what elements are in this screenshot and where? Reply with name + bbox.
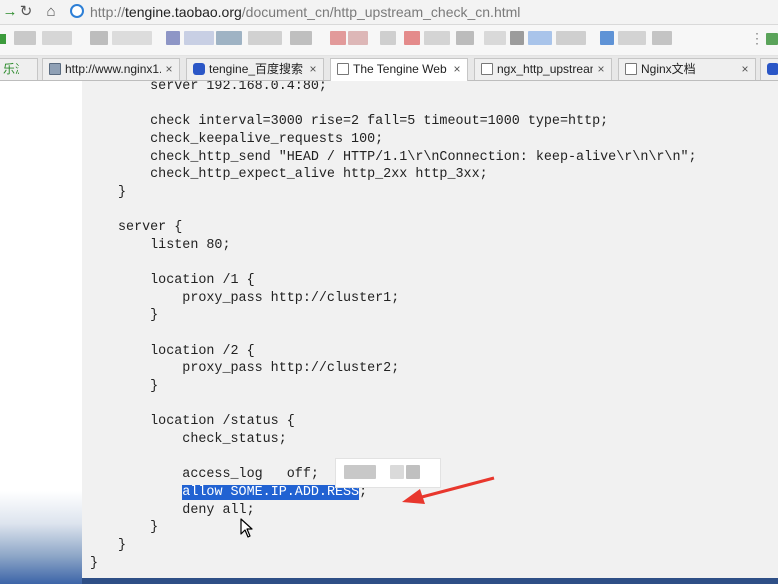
bookmark-item[interactable] — [652, 31, 672, 45]
more-bookmarks-icon[interactable]: ⋮ — [750, 30, 764, 46]
document-icon — [481, 63, 493, 75]
code-line: } — [118, 184, 127, 200]
tab-partial-right[interactable] — [760, 58, 778, 80]
url-scheme: http:// — [90, 4, 126, 20]
close-icon[interactable]: × — [307, 59, 319, 79]
tab-tengine-web[interactable]: The Tengine Web × — [330, 58, 468, 81]
bookmark-item[interactable] — [330, 31, 346, 45]
reload-button[interactable]: ↻ — [16, 2, 36, 22]
code-line: } — [118, 308, 159, 324]
code-line: check_http_send "HEAD / HTTP/1.1\r\nConn… — [118, 149, 697, 165]
page-content: server 192.168.0.4:80; check interval=30… — [0, 81, 778, 584]
tab-nginx-docs[interactable]: Nginx文档 × — [618, 58, 756, 80]
home-button[interactable]: ⌂ — [41, 2, 61, 22]
code-line: check_http_expect_alive http_2xx http_3x… — [118, 167, 488, 183]
tab-label: http://www.nginx1. — [65, 62, 161, 76]
code-line: location /1 { — [118, 273, 255, 289]
baidu-paw-icon — [767, 63, 778, 75]
tab-partial-left[interactable]: 乐浏览 — [0, 58, 38, 80]
page-left-margin — [0, 81, 82, 584]
close-icon[interactable]: × — [163, 59, 175, 79]
bookmark-item[interactable] — [14, 31, 36, 45]
bookmark-item[interactable] — [528, 31, 552, 45]
url-host: tengine.taobao.org — [125, 4, 242, 20]
tab-tengine-baidu[interactable]: tengine_百度搜索 × — [186, 58, 324, 80]
code-line: server { — [118, 220, 183, 236]
bookmark-item[interactable] — [556, 31, 586, 45]
code-line: check interval=3000 rise=2 fall=5 timeou… — [118, 114, 609, 130]
code-line: listen 80; — [118, 237, 231, 253]
tab-strip: 乐浏览 http://www.nginx1. × tengine_百度搜索 × … — [0, 56, 778, 81]
bookmark-item[interactable] — [166, 31, 180, 45]
code-line: access_log off; — [118, 467, 319, 483]
code-line: proxy_pass http://cluster2; — [118, 361, 400, 377]
tab-label: The Tengine Web — [353, 62, 447, 76]
bookmark-item[interactable] — [510, 31, 524, 45]
bookmark-item[interactable] — [600, 31, 614, 45]
bookmark-item[interactable] — [42, 31, 72, 45]
code-line: } — [118, 520, 159, 536]
mouse-cursor-icon — [240, 518, 253, 538]
code-line: location /status { — [118, 414, 295, 430]
bookmark-item[interactable] — [112, 31, 152, 45]
tab-label: 乐浏览 — [3, 62, 19, 76]
baidu-paw-icon — [193, 63, 205, 75]
bookmark-item[interactable] — [618, 31, 646, 45]
code-line: deny all; — [118, 502, 255, 518]
code-line: allow SOME.IP.ADD.RESS; — [118, 484, 367, 501]
address-toolbar: → ↻ ⌂ http://tengine.taobao.org/document… — [0, 0, 778, 25]
bookmark-item[interactable] — [404, 31, 420, 45]
url-input[interactable]: http://tengine.taobao.org/document_cn/ht… — [70, 3, 778, 21]
close-icon[interactable]: × — [739, 59, 751, 79]
image-icon — [49, 63, 61, 75]
tab-label: Nginx文档 — [641, 62, 696, 76]
url-text: http://tengine.taobao.org/document_cn/ht… — [90, 3, 520, 21]
bookmark-item[interactable] — [184, 31, 214, 45]
close-icon[interactable]: × — [595, 59, 607, 79]
selected-code-text[interactable]: allow SOME.IP.ADD.RESS — [182, 484, 360, 500]
bookmark-item[interactable] — [380, 31, 396, 45]
taskbar-strip — [82, 578, 778, 584]
close-icon[interactable]: × — [451, 59, 463, 79]
document-icon — [625, 63, 637, 75]
bookmark-item[interactable] — [348, 31, 368, 45]
code-line: } — [118, 537, 127, 553]
code-line: proxy_pass http://cluster1; — [118, 290, 400, 306]
tab-nginx1[interactable]: http://www.nginx1. × — [42, 58, 180, 80]
bookmark-item[interactable] — [424, 31, 450, 45]
code-line: check_status; — [118, 432, 287, 447]
bookmark-apps-icon[interactable] — [0, 34, 6, 44]
code-line: } — [118, 379, 159, 394]
desktop-background — [0, 491, 82, 584]
tab-label: tengine_百度搜索 — [209, 62, 304, 76]
tab-ngx-http-upstream[interactable]: ngx_http_upstream × — [474, 58, 612, 80]
site-security-icon — [70, 4, 84, 18]
blurred-text — [344, 465, 376, 479]
document-icon — [337, 63, 349, 75]
bookmark-item[interactable] — [248, 31, 282, 45]
bookmark-item[interactable] — [290, 31, 312, 45]
code-line: location /2 { — [118, 343, 255, 359]
bookmark-item[interactable] — [216, 31, 242, 45]
url-path: /document_cn/http_upstream_check_cn.html — [241, 4, 521, 20]
bookmark-item[interactable] — [456, 31, 474, 45]
annotation-arrow-icon — [402, 476, 495, 504]
tab-label: ngx_http_upstream — [497, 62, 593, 76]
bookmark-item[interactable] — [90, 31, 108, 45]
code-line: server 192.168.0.4:80; — [118, 81, 327, 94]
bookmarks-bar: ⋮ — [0, 25, 778, 56]
code-line: check_keepalive_requests 100; — [118, 131, 384, 147]
bookmark-folder-icon[interactable] — [766, 33, 778, 45]
bookmark-item[interactable] — [484, 31, 506, 45]
code-line: } — [90, 555, 99, 571]
